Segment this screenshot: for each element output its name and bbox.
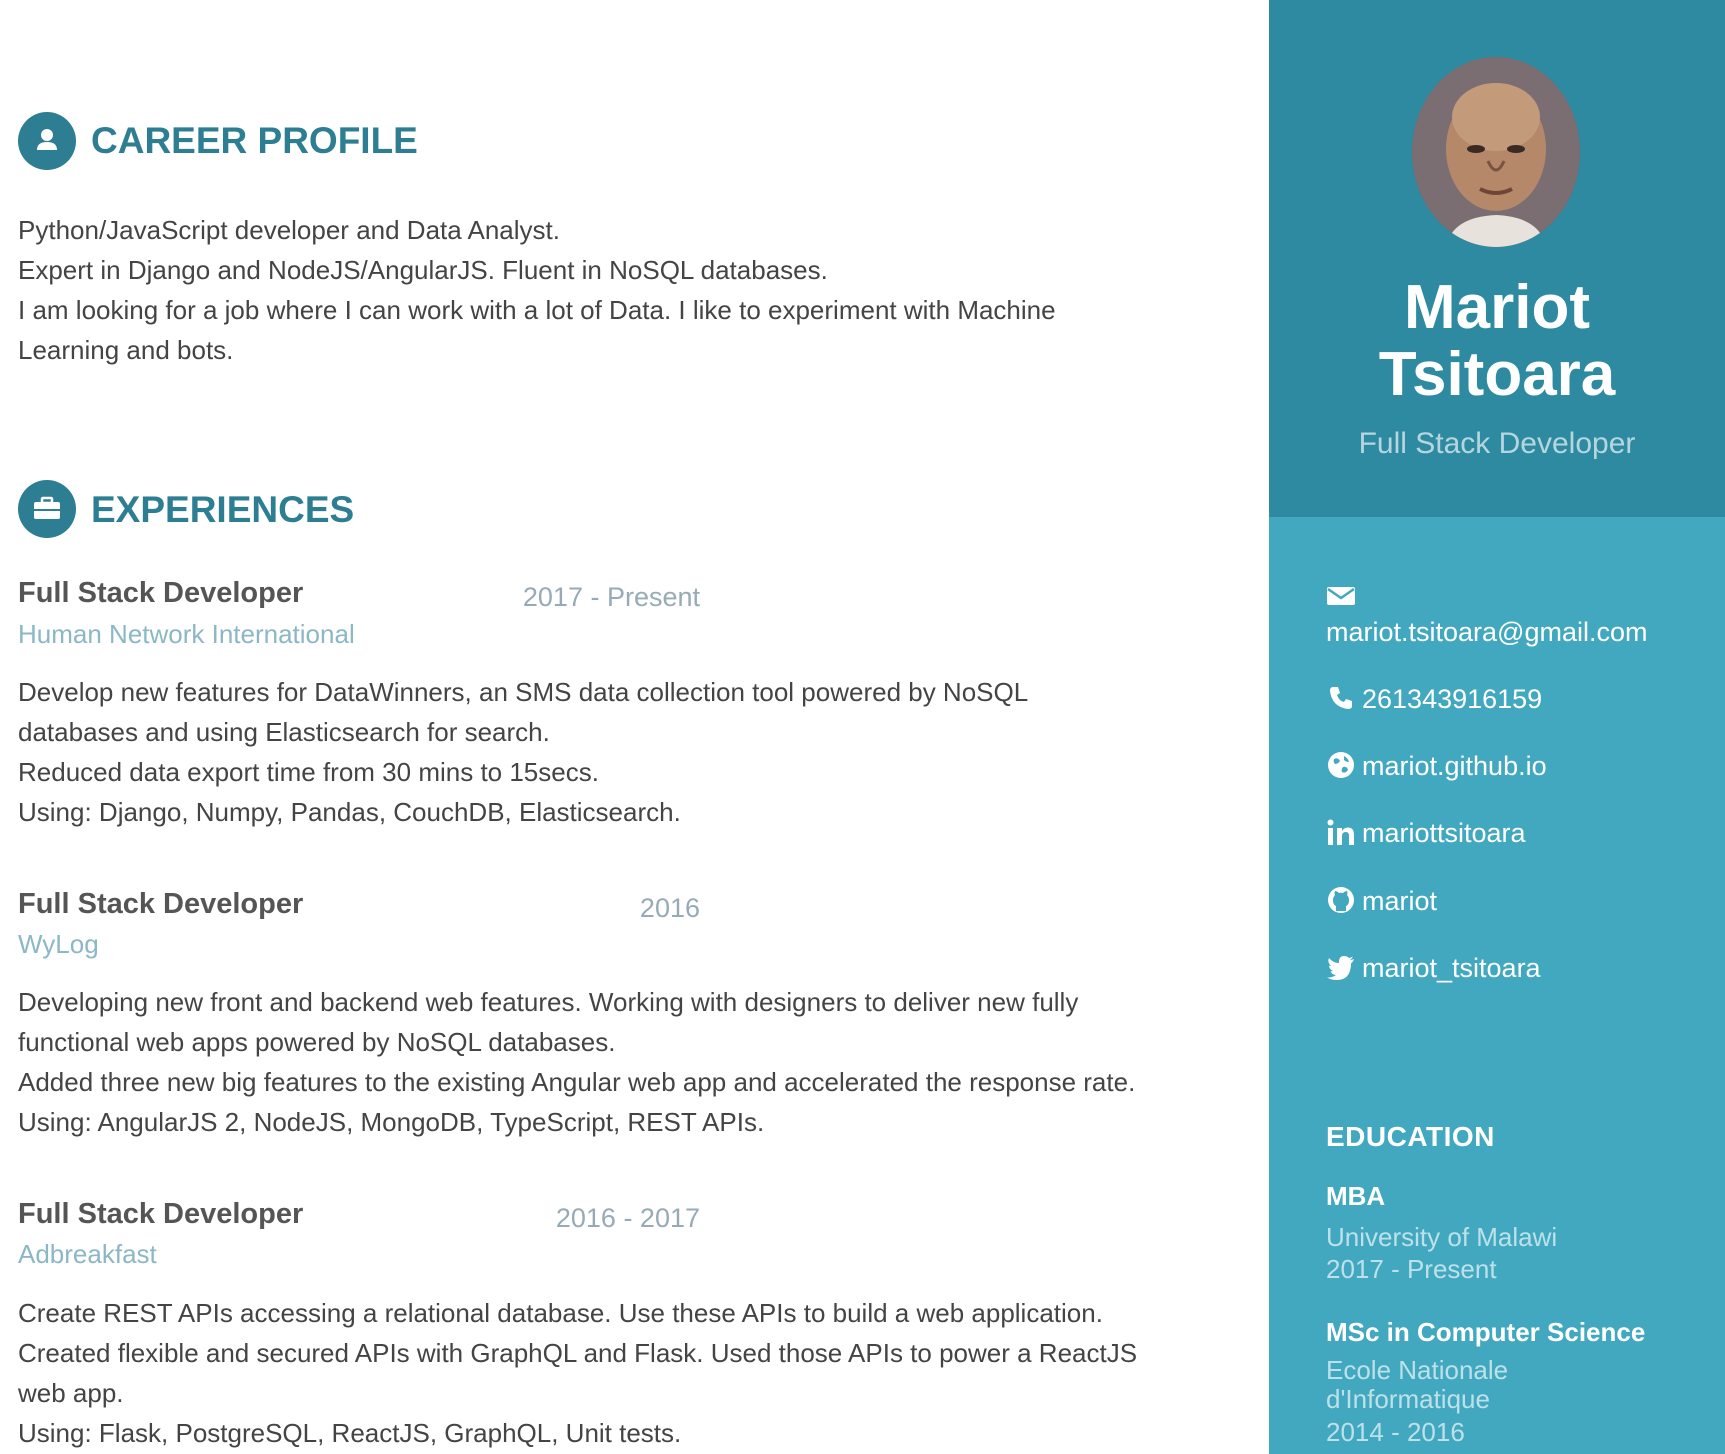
job-title: Full Stack Developer [18,577,304,609]
profile-tagline: Full Stack Developer [1358,427,1636,460]
job-desc-line: functional web apps powered by NoSQL dat… [18,1027,616,1057]
job-company: WyLog [18,929,99,959]
job-desc-line: Develop new features for DataWinners, an… [18,677,1029,707]
envelope-icon [1326,585,1356,607]
github-icon [1326,885,1356,915]
twitter-text: mariot_tsitoara [1362,953,1541,983]
job-description: Create REST APIs accessing a relational … [18,1293,1198,1453]
email-link[interactable]: mariot.tsitoara@gmail.com [1326,616,1648,648]
job-desc-line: Using: Django, Numpy, Pandas, CouchDB, E… [18,797,681,827]
job-description: Developing new front and backend web fea… [18,982,1198,1142]
phone-text: 261343916159 [1362,684,1543,714]
education-school: Ecole Nationale [1326,1355,1509,1385]
summary-line: I am looking for a job where I can work … [18,295,1056,325]
education-time: 2014 - 2016 [1326,1417,1465,1447]
name-first: Mariot [1404,273,1590,342]
summary-line: Learning and bots. [18,335,234,365]
job-desc-line: Using: Flask, PostgreSQL, ReactJS, Graph… [18,1418,682,1448]
job-company: Adbreakfast [18,1239,157,1269]
phone-icon [1326,683,1356,713]
name-last: Tsitoara [1378,340,1616,409]
education-degree: MSc in Computer Science [1326,1317,1646,1347]
job-time: 2016 - 2017 [555,1203,700,1233]
job-desc-line: Created flexible and secured APIs with G… [18,1338,1138,1368]
job-time: 2017 - Present [522,582,700,612]
job-description: Develop new features for DataWinners, an… [18,672,1198,832]
job-desc-line: Reduced data export time from 30 mins to… [18,757,599,787]
job-time: 2016 [639,893,700,923]
education-degree: MBA [1326,1181,1386,1211]
summary-line: Python/JavaScript developer and Data Ana… [18,215,560,245]
education-school: University of Malawi [1326,1222,1558,1252]
job-company: Human Network International [18,619,355,649]
profile-header: Mariot Tsitoara Full Stack Developer [1269,0,1725,517]
twitter-icon [1326,952,1356,982]
globe-icon [1326,750,1356,780]
github-text: mariot [1362,886,1438,916]
job-desc-line: Create REST APIs accessing a relational … [18,1298,1103,1328]
phone-item[interactable]: 261343916159 [1326,683,1716,716]
profile-name: Mariot Tsitoara [1269,274,1725,408]
career-summary: Python/JavaScript developer and Data Ana… [18,210,1168,370]
avatar [1412,57,1580,247]
career-profile-title: CAREER PROFILE [91,120,418,161]
job-desc-line: databases and using Elasticsearch for se… [18,717,550,747]
job-desc-line: Added three new big features to the exis… [18,1067,1136,1097]
experiences-title: EXPERIENCES [91,489,355,530]
job-title: Full Stack Developer [18,888,304,920]
linkedin-icon [1326,817,1356,847]
education-time: 2017 - Present [1326,1254,1497,1284]
twitter-item[interactable]: mariot_tsitoara [1326,952,1716,985]
linkedin-item[interactable]: mariottsitoara [1326,817,1716,850]
education-school: d'Informatique [1326,1384,1490,1414]
linkedin-text: mariottsitoara [1362,818,1526,848]
github-item[interactable]: mariot [1326,885,1716,918]
sidebar: Mariot Tsitoara Full Stack Developer mar… [1269,0,1725,1454]
job-desc-line: web app. [18,1378,124,1408]
website-item[interactable]: mariot.github.io [1326,750,1716,783]
job-desc-line: Using: AngularJS 2, NodeJS, MongoDB, Typ… [18,1107,765,1137]
website-text: mariot.github.io [1362,751,1547,781]
briefcase-icon [18,480,76,538]
job-title: Full Stack Developer [18,1198,304,1230]
job-desc-line: Developing new front and backend web fea… [18,987,1079,1017]
education-title: EDUCATION [1326,1121,1495,1152]
user-icon [18,112,76,170]
main-content: CAREER PROFILE Python/JavaScript develop… [0,0,1269,1454]
summary-line: Expert in Django and NodeJS/AngularJS. F… [18,255,828,285]
